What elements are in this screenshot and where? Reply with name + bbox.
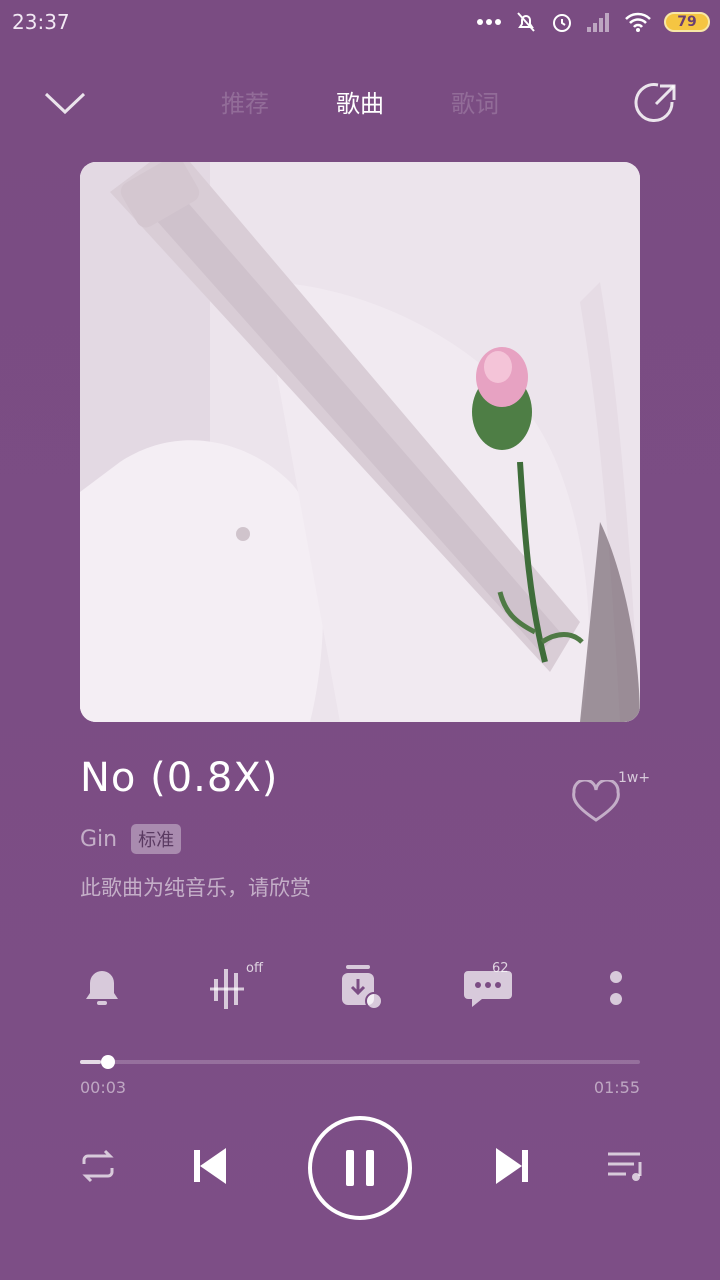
wifi-icon bbox=[624, 11, 652, 33]
status-icons: 79 bbox=[476, 10, 710, 34]
album-cover[interactable] bbox=[80, 162, 640, 722]
battery-icon: 79 bbox=[664, 12, 710, 32]
playback-controls bbox=[0, 1110, 720, 1220]
previous-icon bbox=[194, 1148, 226, 1184]
more-dots-icon bbox=[476, 18, 502, 26]
playlist-icon bbox=[608, 1152, 642, 1181]
comments-button[interactable]: 62 bbox=[456, 955, 520, 1019]
chevron-down-icon bbox=[44, 92, 86, 115]
download-button[interactable] bbox=[328, 955, 392, 1019]
collapse-button[interactable] bbox=[40, 82, 90, 122]
comment-icon bbox=[464, 971, 512, 1007]
tab-recommend[interactable]: 推荐 bbox=[200, 84, 290, 119]
tab-lyrics[interactable]: 歌词 bbox=[430, 84, 520, 119]
mute-bell-icon bbox=[514, 10, 538, 34]
album-art-image bbox=[80, 162, 640, 722]
like-count: 1w+ bbox=[618, 770, 651, 786]
total-time: 01:55 bbox=[593, 1078, 640, 1097]
next-button[interactable] bbox=[488, 1142, 536, 1194]
pause-icon bbox=[308, 1116, 412, 1220]
repeat-icon bbox=[82, 1149, 114, 1183]
sound-effects-button[interactable]: off bbox=[198, 955, 263, 1019]
comments-count: 62 bbox=[492, 961, 509, 976]
alarm-icon bbox=[550, 10, 574, 34]
bell-icon bbox=[86, 971, 118, 1005]
quality-badge[interactable]: 标准 bbox=[131, 824, 182, 854]
status-bar: 23:37 79 bbox=[0, 0, 720, 50]
download-icon bbox=[342, 965, 383, 1010]
song-title: No (0.8X) bbox=[80, 755, 279, 801]
lyric-note: 此歌曲为纯音乐，请欣赏 bbox=[80, 876, 311, 900]
progress-fill bbox=[80, 1060, 101, 1064]
pause-button[interactable] bbox=[306, 1114, 414, 1226]
previous-button[interactable] bbox=[186, 1142, 234, 1194]
action-row: off 62 bbox=[70, 955, 650, 1025]
ringtone-button[interactable] bbox=[70, 955, 134, 1019]
playlist-button[interactable] bbox=[604, 1146, 648, 1190]
tab-song[interactable]: 歌曲 bbox=[315, 84, 405, 119]
share-button[interactable] bbox=[632, 80, 680, 128]
heart-icon bbox=[572, 780, 620, 822]
repeat-button[interactable] bbox=[76, 1144, 120, 1192]
artist-name[interactable]: Gin bbox=[80, 827, 117, 852]
progress-bar[interactable] bbox=[80, 1055, 640, 1069]
share-icon bbox=[634, 83, 676, 123]
effects-badge: off bbox=[246, 961, 263, 976]
signal-icon bbox=[586, 11, 612, 33]
tabs: 推荐 歌曲 歌词 bbox=[200, 84, 520, 119]
player-header: 推荐 歌曲 歌词 bbox=[0, 70, 720, 140]
more-vertical-icon bbox=[610, 971, 622, 1005]
artist-row: Gin 标准 bbox=[80, 824, 182, 854]
like-button[interactable]: 1w+ bbox=[570, 770, 660, 830]
status-time: 23:37 bbox=[12, 10, 70, 34]
progress-track bbox=[80, 1060, 640, 1064]
next-icon bbox=[496, 1148, 528, 1184]
current-time: 00:03 bbox=[80, 1078, 127, 1097]
progress-thumb[interactable] bbox=[101, 1055, 115, 1069]
more-button[interactable] bbox=[584, 955, 648, 1019]
